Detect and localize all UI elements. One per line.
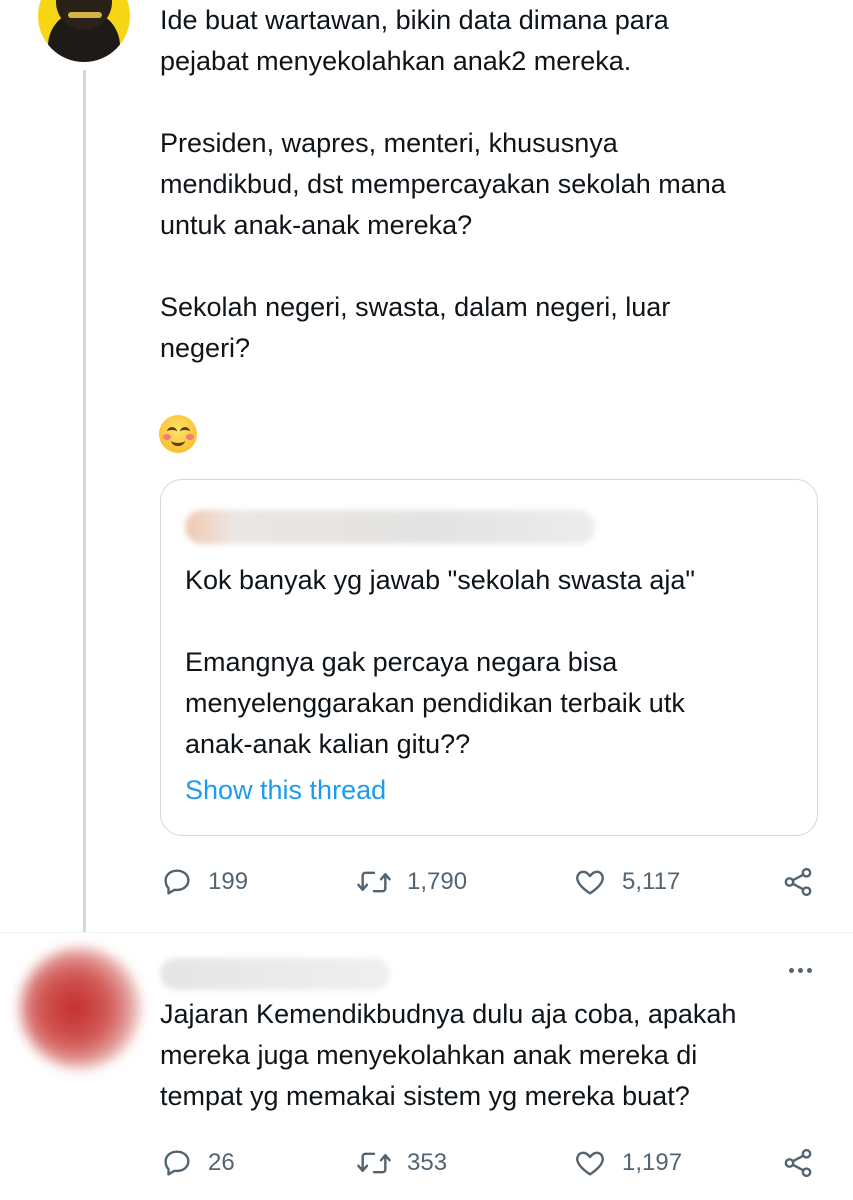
- reply-icon: [160, 1146, 194, 1180]
- tweet-line: Presiden, wapres, menteri, khususnya: [160, 128, 618, 158]
- avatar-shirt-logo: [68, 12, 102, 18]
- reply-line: mereka juga menyekolahkan anak mereka di: [160, 1040, 698, 1070]
- reply-action-bar: 26 353 1,197: [160, 1143, 820, 1183]
- share-button[interactable]: [780, 862, 816, 902]
- quoted-line: menyelenggarakan pendidikan terbaik utk: [185, 688, 685, 718]
- more-options-icon[interactable]: [780, 955, 820, 985]
- heart-icon: [572, 865, 608, 899]
- reply-count: 199: [208, 868, 249, 895]
- heart-icon: [572, 1146, 608, 1180]
- reply-count: 26: [208, 1149, 235, 1176]
- reply-line: Jajaran Kemendikbudnya dulu aja coba, ap…: [160, 999, 737, 1029]
- retweet-icon: [355, 1146, 393, 1180]
- show-thread-link[interactable]: Show this thread: [185, 770, 386, 811]
- reply-line: tempat yg memakai sistem yg mereka buat?: [160, 1081, 690, 1111]
- retweet-button[interactable]: 1,790: [355, 862, 467, 902]
- quoted-author-blurred: [185, 510, 595, 544]
- reply-icon: [160, 865, 194, 899]
- reply-author-blurred: [160, 958, 390, 990]
- tweet-line: pejabat menyekolahkan anak2 mereka.: [160, 46, 632, 76]
- share-icon: [780, 865, 816, 899]
- share-icon: [780, 1146, 816, 1180]
- tweet-divider: [0, 932, 853, 933]
- quoted-tweet-card[interactable]: Kok banyak yg jawab "sekolah swasta aja"…: [160, 479, 818, 836]
- thread-connector-line: [83, 70, 86, 932]
- tweet-line: untuk anak-anak mereka?: [160, 210, 473, 240]
- like-count: 5,117: [622, 868, 681, 895]
- reply-author-avatar[interactable]: [20, 948, 140, 1068]
- tweet-line: Ide buat wartawan, bikin data dimana par…: [160, 5, 669, 35]
- retweet-count: 353: [407, 1149, 448, 1176]
- smiling-face-emoji-icon: [159, 415, 197, 453]
- reply-button[interactable]: 199: [160, 862, 248, 902]
- retweet-count: 1,790: [407, 868, 468, 895]
- reply-button[interactable]: 26: [160, 1143, 235, 1183]
- tweet-line: negeri?: [160, 333, 251, 363]
- tweet-action-bar: 199 1,790 5,117: [160, 862, 820, 902]
- quoted-line: Kok banyak yg jawab "sekolah swasta aja": [185, 565, 695, 595]
- retweet-icon: [355, 865, 393, 899]
- quoted-tweet-body: Kok banyak yg jawab "sekolah swasta aja"…: [185, 560, 795, 765]
- author-avatar[interactable]: [38, 0, 130, 62]
- tweet-line: mendikbud, dst mempercayakan sekolah man…: [160, 169, 726, 199]
- share-button[interactable]: [780, 1143, 816, 1183]
- retweet-button[interactable]: 353: [355, 1143, 447, 1183]
- like-button[interactable]: 1,197: [572, 1143, 682, 1183]
- like-button[interactable]: 5,117: [572, 862, 680, 902]
- quoted-line: Emangnya gak percaya negara bisa: [185, 647, 618, 677]
- tweet-body: Ide buat wartawan, bikin data dimana par…: [160, 0, 820, 369]
- reply-body: Jajaran Kemendikbudnya dulu aja coba, ap…: [160, 994, 840, 1117]
- like-count: 1,197: [622, 1149, 683, 1176]
- quoted-line: anak-anak kalian gitu??: [185, 729, 471, 759]
- tweet-line: Sekolah negeri, swasta, dalam negeri, lu…: [160, 292, 671, 322]
